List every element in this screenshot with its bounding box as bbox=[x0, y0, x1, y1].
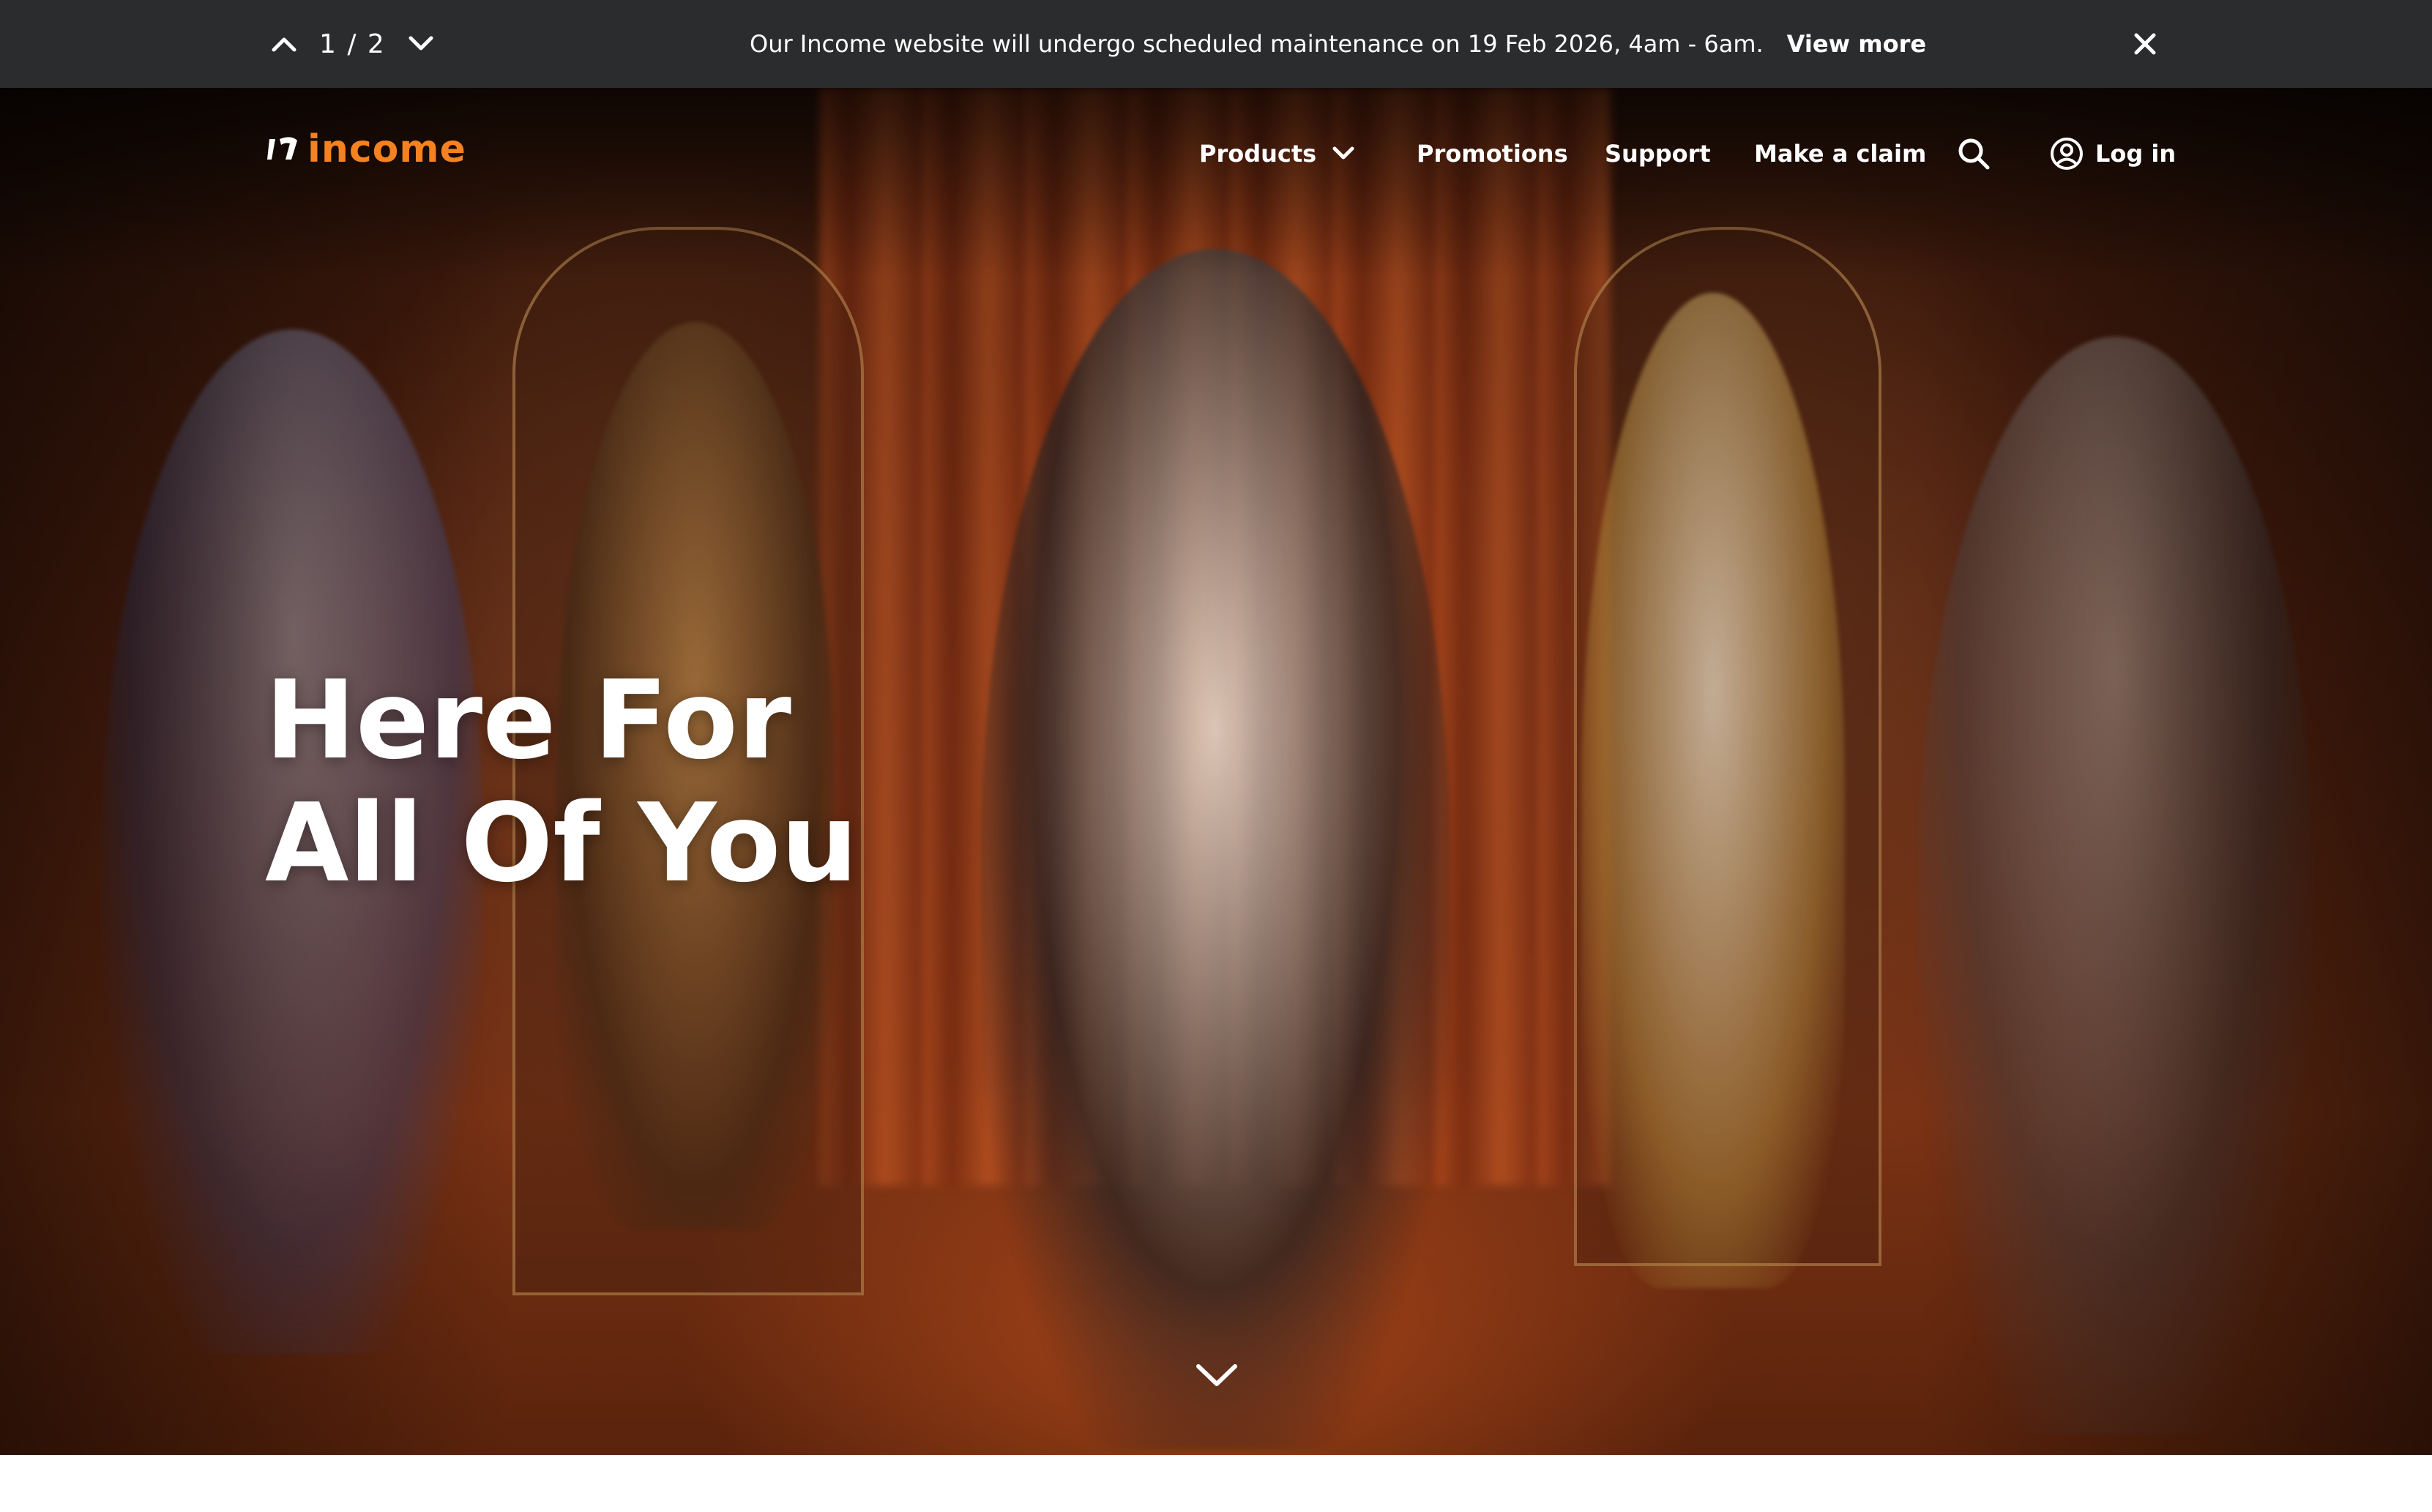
nav-products-label: Products bbox=[1199, 140, 1317, 168]
main-nav: income Products Promotions Support Make … bbox=[0, 88, 2432, 212]
hero-headline-line1: Here For bbox=[265, 657, 791, 783]
chevron-down-icon[interactable] bbox=[1195, 1354, 1239, 1398]
hero-headline: Here For All Of You bbox=[265, 659, 858, 905]
search-icon[interactable] bbox=[1953, 133, 1994, 174]
view-more-link[interactable]: View more bbox=[1787, 30, 1926, 58]
chevron-down-icon[interactable] bbox=[400, 23, 441, 64]
announcement-message-row: Our Income website will undergo schedule… bbox=[750, 0, 1926, 88]
login-label: Log in bbox=[2095, 140, 2177, 168]
nav-promotions[interactable]: Promotions bbox=[1417, 136, 1568, 171]
announcement-bar: 1 / 2 Our Income website will undergo sc… bbox=[0, 0, 2432, 88]
user-circle-icon bbox=[2051, 138, 2083, 170]
nav-products[interactable]: Products bbox=[1199, 136, 1354, 171]
announcement-pager: 1 / 2 bbox=[264, 0, 441, 88]
close-icon[interactable] bbox=[2123, 22, 2167, 66]
income-logo[interactable]: income bbox=[265, 127, 466, 171]
chevron-down-icon bbox=[1332, 146, 1354, 160]
hero-banner: Here For All Of You bbox=[0, 88, 2432, 1455]
announcement-text: Our Income website will undergo schedule… bbox=[750, 30, 1764, 58]
login-button[interactable]: Log in bbox=[2050, 136, 2176, 171]
income-logo-mark bbox=[267, 137, 297, 160]
announcement-count: 1 / 2 bbox=[319, 29, 386, 59]
chevron-up-icon[interactable] bbox=[264, 23, 305, 64]
hero-shade-right bbox=[1920, 88, 2432, 1455]
nav-support[interactable]: Support bbox=[1605, 136, 1711, 171]
logo-text: income bbox=[307, 127, 466, 171]
hero-headline-line2: All Of You bbox=[265, 780, 858, 906]
hero-person-right bbox=[1581, 293, 1845, 1288]
page-below-fold bbox=[0, 1455, 2432, 1512]
hero-person-center bbox=[981, 249, 1450, 1449]
nav-make-a-claim[interactable]: Make a claim bbox=[1754, 136, 1926, 171]
